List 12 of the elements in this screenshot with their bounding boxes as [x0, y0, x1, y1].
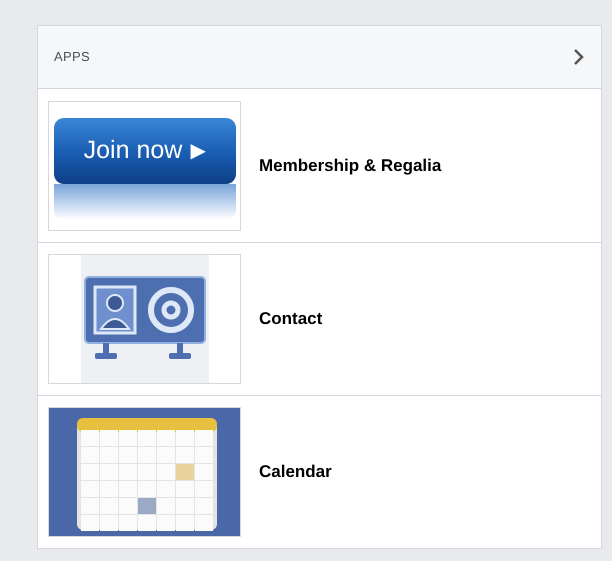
app-name: Membership & Regalia [259, 154, 442, 177]
panel-title: APPS [54, 48, 90, 66]
play-icon: ▶ [190, 140, 206, 160]
app-name: Contact [259, 308, 322, 330]
banner-text: Join now [84, 138, 182, 163]
chevron-right-icon [573, 48, 585, 66]
app-row[interactable]: Join now ▶ Membership & Regalia [38, 89, 601, 242]
app-row[interactable]: Calendar [38, 395, 601, 548]
app-row[interactable]: Contact [38, 242, 601, 395]
app-name: Calendar [259, 461, 332, 484]
panel-header[interactable]: APPS [38, 26, 601, 89]
calendar-icon [49, 408, 240, 536]
